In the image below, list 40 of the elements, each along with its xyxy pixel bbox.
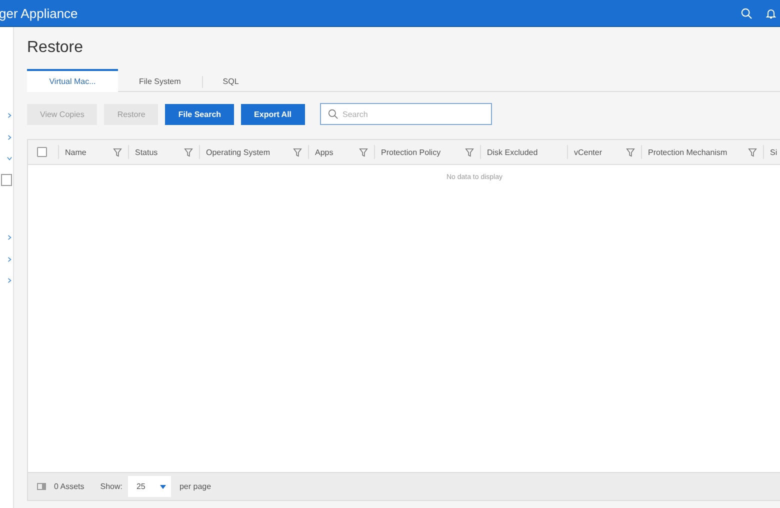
tab[interactable]: File System bbox=[118, 69, 202, 92]
chevron-down-icon[interactable] bbox=[7, 156, 12, 162]
toolbar-button[interactable]: File Search bbox=[165, 104, 234, 124]
search-icon[interactable] bbox=[741, 8, 752, 18]
search-field[interactable]: Search bbox=[320, 103, 492, 125]
tab[interactable]: SQL bbox=[202, 69, 260, 92]
sidebar-input-field[interactable] bbox=[1, 174, 12, 186]
filter-icon[interactable] bbox=[113, 148, 122, 156]
column-header[interactable]: Si bbox=[770, 148, 778, 156]
chevron-right-icon[interactable] bbox=[7, 113, 12, 118]
select-all-checkbox[interactable] bbox=[37, 147, 47, 157]
filter-icon[interactable] bbox=[465, 148, 474, 156]
chevron-right-icon[interactable] bbox=[7, 134, 12, 140]
filter-icon[interactable] bbox=[748, 148, 757, 156]
filter-icon[interactable] bbox=[293, 148, 302, 156]
column-header[interactable]: Status bbox=[135, 148, 158, 156]
chevron-right-icon[interactable] bbox=[7, 235, 12, 240]
search-icon bbox=[328, 109, 338, 119]
asset-count: 0 Assets bbox=[54, 482, 84, 491]
bell-icon[interactable] bbox=[766, 8, 776, 18]
tab[interactable]: Virtual Mac... bbox=[27, 69, 118, 92]
filter-icon[interactable] bbox=[626, 148, 635, 156]
show-label: Show: bbox=[100, 482, 122, 491]
column-header[interactable]: Protection Mechanism bbox=[648, 148, 728, 156]
page-title: Restore bbox=[27, 39, 84, 57]
column-header[interactable]: Protection Policy bbox=[381, 148, 441, 156]
filter-icon[interactable] bbox=[359, 148, 368, 156]
page-size-select[interactable]: 25 bbox=[128, 476, 172, 497]
per-page-label: per page bbox=[179, 482, 212, 491]
column-header[interactable]: Operating System bbox=[206, 148, 270, 156]
column-header[interactable]: vCenter bbox=[574, 148, 602, 156]
column-header[interactable]: Apps bbox=[315, 148, 334, 156]
column-header[interactable]: Name bbox=[65, 148, 86, 156]
column-header[interactable]: Disk Excluded bbox=[487, 148, 538, 156]
filter-icon[interactable] bbox=[184, 148, 193, 156]
chevron-right-icon[interactable] bbox=[7, 256, 12, 262]
chevron-right-icon[interactable] bbox=[7, 278, 12, 284]
caret-icon bbox=[160, 484, 166, 488]
toolbar-button[interactable]: Export All bbox=[241, 104, 305, 124]
columns-icon[interactable] bbox=[37, 483, 46, 490]
